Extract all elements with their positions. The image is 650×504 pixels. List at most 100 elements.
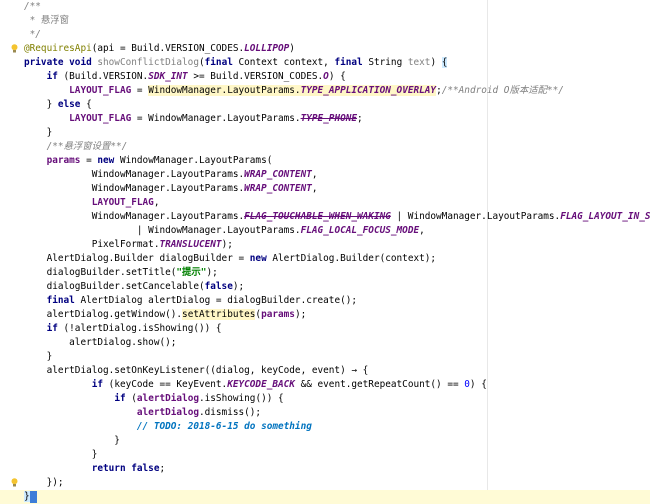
code-text: } (24, 350, 53, 364)
code-line[interactable]: params = new WindowManager.LayoutParams( (0, 154, 650, 168)
code-line[interactable]: WindowManager.LayoutParams.FLAG_TOUCHABL… (0, 210, 650, 224)
code-line[interactable]: * 悬浮窗 (0, 14, 650, 28)
code-editor[interactable]: /** * 悬浮窗 */ @RequiresApi(api = Build.VER… (0, 0, 650, 504)
code-token: (keyCode == KeyEvent. (108, 379, 228, 390)
code-line[interactable]: LAYOUT_FLAG = WindowManager.LayoutParams… (0, 112, 650, 126)
code-text: /** (24, 0, 41, 14)
code-token: /** (24, 1, 41, 12)
code-text: if (alertDialog.isShowing()) { (24, 392, 283, 406)
code-line[interactable]: LAYOUT_FLAG = WindowManager.LayoutParams… (0, 84, 650, 98)
code-token: LAYOUT_FLAG (69, 85, 132, 96)
code-token: "提示" (176, 267, 207, 278)
code-line[interactable]: } (0, 350, 650, 364)
code-line[interactable]: alertDialog.dismiss(); (0, 406, 650, 420)
code-line[interactable]: /**悬浮窗设置**/ (0, 140, 650, 154)
code-line[interactable]: */ (0, 28, 650, 42)
code-token: } (24, 435, 120, 446)
code-line[interactable]: return false; (0, 462, 650, 476)
code-token: if (114, 393, 132, 404)
code-line[interactable]: }); (0, 476, 650, 490)
code-token: WindowManager.LayoutParams( (119, 155, 273, 166)
code-line[interactable]: if (Build.VERSION.SDK_INT >= Build.VERSI… (0, 70, 650, 84)
code-line[interactable]: final AlertDialog alertDialog = dialogBu… (0, 294, 650, 308)
code-line[interactable]: private void showConflictDialog(final Co… (0, 56, 650, 70)
code-line[interactable]: LAYOUT_FLAG, (0, 196, 650, 210)
code-line[interactable]: alertDialog.getWindow().setAttributes(pa… (0, 308, 650, 322)
code-token: alertDialog (136, 393, 199, 404)
code-text: alertDialog.getWindow().setAttributes(pa… (24, 308, 306, 322)
code-token: (Build.VERSION. (63, 71, 149, 82)
code-token: alertDialog (136, 407, 199, 418)
code-token: (api = Build.VERSION_CODES. (91, 43, 245, 54)
code-text: if (Build.VERSION.SDK_INT >= Build.VERSI… (24, 70, 346, 84)
code-line[interactable]: } (0, 126, 650, 140)
code-token: new (249, 253, 273, 264)
code-token: ) (430, 57, 442, 68)
code-text: } (24, 126, 53, 140)
code-line[interactable]: WindowManager.LayoutParams.WRAP_CONTENT, (0, 168, 650, 182)
text-caret (29, 490, 37, 503)
code-token: if (46, 71, 64, 82)
code-line[interactable]: } (0, 434, 650, 448)
code-token: TRANSLUCENT (159, 239, 222, 250)
code-line[interactable]: alertDialog.show(); (0, 336, 650, 350)
code-text: }); (24, 476, 64, 490)
code-token: >= Build.VERSION_CODES. (187, 71, 324, 82)
code-text: // TODO: 2018-6-15 do something (24, 420, 312, 434)
code-text: alertDialog.show(); (24, 336, 176, 350)
code-line[interactable]: /** (0, 0, 650, 14)
code-line[interactable]: dialogBuilder.setCancelable(false); (0, 280, 650, 294)
code-line[interactable]: | WindowManager.LayoutParams.FLAG_LOCAL_… (0, 224, 650, 238)
code-token: { (86, 99, 92, 110)
code-token: final (204, 57, 239, 68)
code-token: AlertDialog.Builder dialogBuilder = (24, 253, 250, 264)
code-line[interactable]: AlertDialog.Builder dialogBuilder = new … (0, 252, 650, 266)
lightbulb-icon[interactable] (11, 44, 18, 53)
code-line[interactable]: } (0, 448, 650, 462)
code-token: TYPE_APPLICATION_OVERLAY (300, 85, 437, 96)
code-text: if (keyCode == KeyEvent.KEYCODE_BACK && … (24, 378, 487, 392)
code-token: LAYOUT_FLAG (69, 113, 132, 124)
code-token: setAttributes (182, 309, 256, 320)
code-line[interactable]: } (0, 490, 650, 504)
code-token: if (91, 379, 109, 390)
code-line[interactable]: if (keyCode == KeyEvent.KEYCODE_BACK && … (0, 378, 650, 392)
code-token: alertDialog.getWindow(). (24, 309, 183, 320)
code-text: @RequiresApi(api = Build.VERSION_CODES.L… (24, 42, 295, 56)
code-token: @RequiresApi (24, 43, 92, 54)
code-token: text (407, 57, 431, 68)
code-token: params (261, 309, 295, 320)
code-token: WindowManager.LayoutParams. (148, 85, 301, 96)
code-token: WindowManager.LayoutParams. (24, 183, 245, 194)
code-line[interactable]: PixelFormat.TRANSLUCENT); (0, 238, 650, 252)
code-line[interactable]: WindowManager.LayoutParams.WRAP_CONTENT, (0, 182, 650, 196)
code-token: , (419, 225, 425, 236)
code-token: if (46, 323, 64, 334)
code-token: new (97, 155, 120, 166)
code-token: return false (91, 463, 160, 474)
code-token: | WindowManager.LayoutParams. (390, 211, 561, 222)
code-token: } (24, 351, 53, 362)
code-line[interactable]: alertDialog.setOnKeyListener((dialog, ke… (0, 364, 650, 378)
lightbulb-icon[interactable] (11, 478, 18, 487)
code-line[interactable]: if (alertDialog.isShowing()) { (0, 392, 650, 406)
code-token: ; (357, 113, 363, 124)
code-text: } (24, 434, 120, 448)
code-line[interactable]: if (!alertDialog.isShowing()) { (0, 322, 650, 336)
code-token: , (311, 183, 318, 194)
code-text: WindowManager.LayoutParams.FLAG_TOUCHABL… (24, 210, 650, 224)
code-text: params = new WindowManager.LayoutParams( (24, 154, 273, 168)
code-line[interactable]: } else { (0, 98, 650, 112)
code-line[interactable]: dialogBuilder.setTitle("提示"); (0, 266, 650, 280)
code-text: | WindowManager.LayoutParams.FLAG_LOCAL_… (24, 224, 425, 238)
code-text: private void showConflictDialog(final Co… (24, 56, 448, 70)
code-token: , (311, 169, 318, 180)
code-line[interactable]: @RequiresApi(api = Build.VERSION_CODES.L… (0, 42, 650, 56)
code-line[interactable]: // TODO: 2018-6-15 do something (0, 420, 650, 434)
code-token: = (131, 85, 149, 96)
